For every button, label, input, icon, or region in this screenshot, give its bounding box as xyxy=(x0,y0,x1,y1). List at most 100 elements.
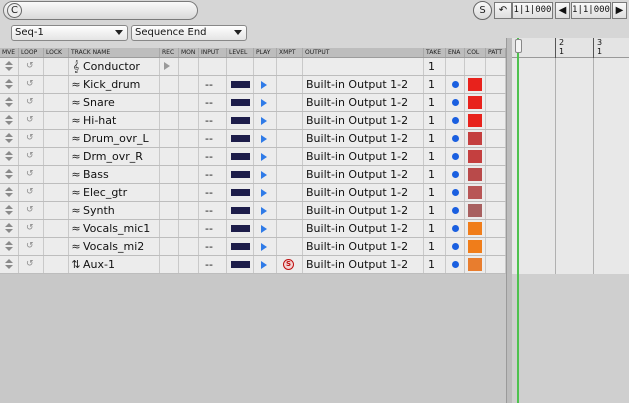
track-row[interactable]: ↺ ≈ Kick_drum -- Built-in Output 1-2 1 xyxy=(0,76,506,94)
output-value[interactable]: Built-in Output 1-2 xyxy=(306,167,408,182)
output-value[interactable]: Built-in Output 1-2 xyxy=(306,221,408,236)
input-value[interactable]: -- xyxy=(205,95,213,110)
color-swatch[interactable] xyxy=(468,240,482,253)
header-play[interactable]: PLAY xyxy=(254,48,277,57)
color-swatch[interactable] xyxy=(468,168,482,181)
move-handle-icon[interactable] xyxy=(5,151,13,162)
track-name[interactable]: Aux-1 xyxy=(83,257,115,272)
loop-icon[interactable]: ↺ xyxy=(26,242,34,251)
track-name[interactable]: Bass xyxy=(83,167,109,182)
solo-icon[interactable]: S xyxy=(283,259,294,270)
timeline-ruler[interactable]: 2 1 3 1 xyxy=(512,38,629,58)
take-value[interactable]: 1 xyxy=(428,203,435,218)
loop-icon[interactable]: ↺ xyxy=(26,80,34,89)
loop-icon[interactable]: ↺ xyxy=(26,188,34,197)
output-value[interactable]: Built-in Output 1-2 xyxy=(306,149,408,164)
input-value[interactable]: -- xyxy=(205,113,213,128)
color-swatch[interactable] xyxy=(468,150,482,163)
move-handle-icon[interactable] xyxy=(5,97,13,108)
header-ena[interactable]: ENA xyxy=(446,48,465,57)
take-value[interactable]: 1 xyxy=(428,257,435,272)
enable-dot[interactable] xyxy=(452,171,459,178)
track-row[interactable]: ↺ ≈ Hi-hat -- Built-in Output 1-2 1 xyxy=(0,112,506,130)
enable-dot[interactable] xyxy=(452,225,459,232)
enable-dot[interactable] xyxy=(452,135,459,142)
enable-dot[interactable] xyxy=(452,117,459,124)
color-swatch[interactable] xyxy=(468,204,482,217)
header-lock[interactable]: LOCK xyxy=(44,48,69,57)
track-row[interactable]: ↺ ≈ Elec_gtr -- Built-in Output 1-2 1 xyxy=(0,184,506,202)
header-xmpt[interactable]: XMPT xyxy=(277,48,303,57)
marker-select[interactable]: Sequence End xyxy=(131,25,247,41)
header-input[interactable]: INPUT xyxy=(199,48,227,57)
take-value[interactable]: 1 xyxy=(428,95,435,110)
play-icon[interactable] xyxy=(261,171,267,179)
track-name[interactable]: Drm_ovr_R xyxy=(83,149,143,164)
track-row[interactable]: ↺ ≈ Drum_ovr_L -- Built-in Output 1-2 1 xyxy=(0,130,506,148)
move-handle-icon[interactable] xyxy=(5,133,13,144)
level-meter[interactable] xyxy=(231,135,250,142)
play-icon[interactable] xyxy=(261,189,267,197)
input-value[interactable]: -- xyxy=(205,185,213,200)
output-value[interactable]: Built-in Output 1-2 xyxy=(306,131,408,146)
loop-icon[interactable]: ↺ xyxy=(26,170,34,179)
play-icon[interactable] xyxy=(261,153,267,161)
take-value[interactable]: 1 xyxy=(428,221,435,236)
track-name[interactable]: Vocals_mic1 xyxy=(83,221,150,236)
track-name[interactable]: Drum_ovr_L xyxy=(83,131,149,146)
end-position[interactable]: 1|1|000 xyxy=(571,2,611,19)
move-handle-icon[interactable] xyxy=(5,169,13,180)
output-value[interactable]: Built-in Output 1-2 xyxy=(306,95,408,110)
playhead[interactable] xyxy=(517,38,519,403)
level-meter[interactable] xyxy=(231,117,250,124)
input-value[interactable]: -- xyxy=(205,203,213,218)
play-icon[interactable] xyxy=(261,207,267,215)
track-row[interactable]: ↺ ≈ Synth -- Built-in Output 1-2 1 xyxy=(0,202,506,220)
track-row[interactable]: ↺ ≈ Bass -- Built-in Output 1-2 1 xyxy=(0,166,506,184)
level-meter[interactable] xyxy=(231,189,250,196)
output-value[interactable]: Built-in Output 1-2 xyxy=(306,185,408,200)
header-output[interactable]: OUTPUT xyxy=(303,48,424,57)
next-button[interactable]: ▶ xyxy=(612,2,627,19)
track-lanes[interactable] xyxy=(512,58,629,274)
move-handle-icon[interactable] xyxy=(5,187,13,198)
output-value[interactable]: Built-in Output 1-2 xyxy=(306,239,408,254)
header-rec[interactable]: REC xyxy=(160,48,179,57)
header-take[interactable]: TAKE xyxy=(424,48,446,57)
output-value[interactable]: Built-in Output 1-2 xyxy=(306,113,408,128)
take-value[interactable]: 1 xyxy=(428,149,435,164)
loop-icon[interactable]: ↺ xyxy=(26,116,34,125)
track-name[interactable]: Elec_gtr xyxy=(83,185,127,200)
enable-dot[interactable] xyxy=(452,261,459,268)
color-swatch[interactable] xyxy=(468,96,482,109)
play-icon[interactable] xyxy=(261,99,267,107)
loop-icon[interactable]: ↺ xyxy=(26,224,34,233)
level-meter[interactable] xyxy=(231,243,250,250)
timeline[interactable]: 2 1 3 1 xyxy=(512,38,629,403)
color-swatch[interactable] xyxy=(468,132,482,145)
track-name[interactable]: Kick_drum xyxy=(83,77,140,92)
take-value[interactable]: 1 xyxy=(428,113,435,128)
move-handle-icon[interactable] xyxy=(5,79,13,90)
move-handle-icon[interactable] xyxy=(5,259,13,270)
move-handle-icon[interactable] xyxy=(5,205,13,216)
play-icon[interactable] xyxy=(261,225,267,233)
enable-dot[interactable] xyxy=(452,207,459,214)
aux-row[interactable]: ↺ ⇅ Aux-1 -- S Built-in Output 1-2 1 xyxy=(0,256,506,274)
track-row[interactable]: ↺ ≈ Vocals_mi2 -- Built-in Output 1-2 1 xyxy=(0,238,506,256)
level-meter[interactable] xyxy=(231,171,250,178)
track-name[interactable]: Synth xyxy=(83,203,115,218)
c-button[interactable]: C xyxy=(7,3,22,18)
output-value[interactable]: Built-in Output 1-2 xyxy=(306,257,408,272)
header-mon[interactable]: MON xyxy=(179,48,199,57)
conductor-row[interactable]: ↺ 𝄞 Conductor 1 xyxy=(0,58,506,76)
track-row[interactable]: ↺ ≈ Vocals_mic1 -- Built-in Output 1-2 1 xyxy=(0,220,506,238)
rewind-button[interactable]: ↶ xyxy=(494,2,512,19)
enable-dot[interactable] xyxy=(452,243,459,250)
take-value[interactable]: 1 xyxy=(428,59,435,74)
loop-icon[interactable]: ↺ xyxy=(26,206,34,215)
level-meter[interactable] xyxy=(231,261,250,268)
header-level[interactable]: LEVEL xyxy=(227,48,254,57)
header-mve[interactable]: MVE xyxy=(0,48,19,57)
sequence-select[interactable]: Seq-1 xyxy=(11,25,128,41)
